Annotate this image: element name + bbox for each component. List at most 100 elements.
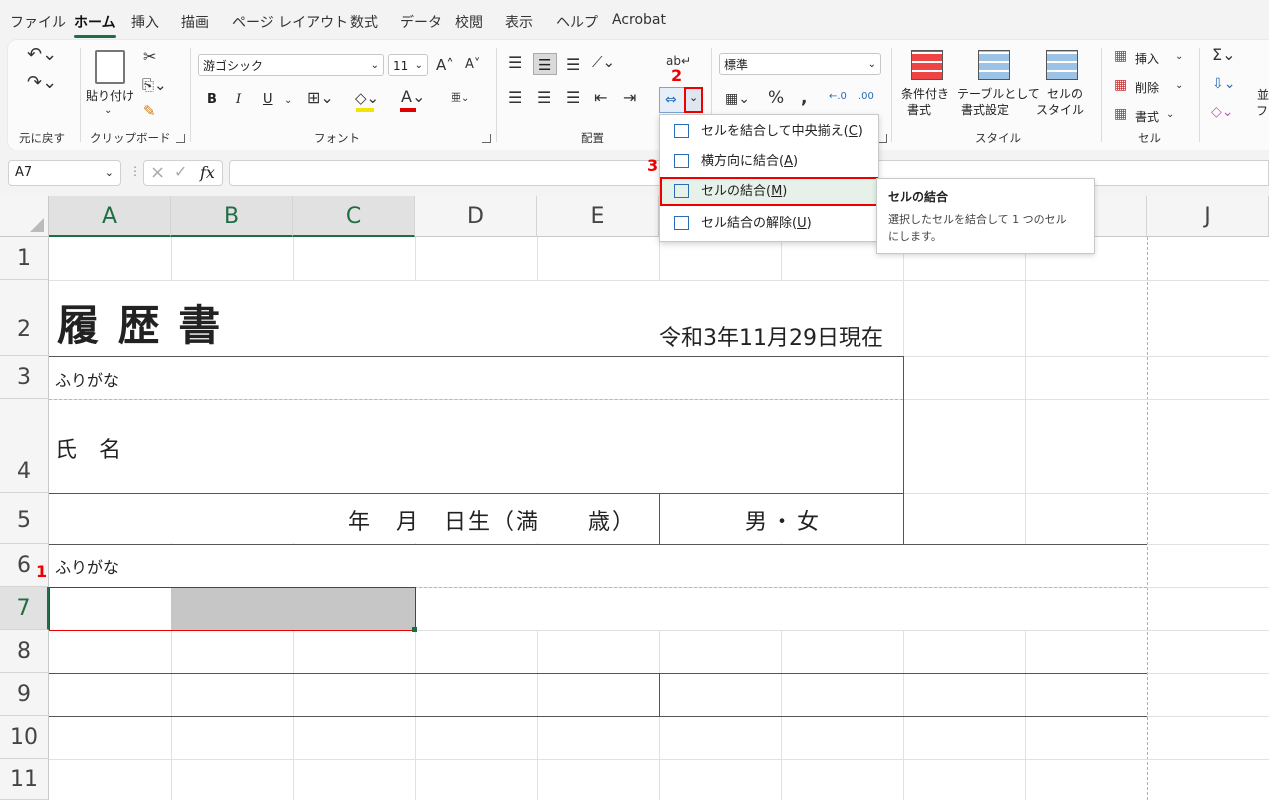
font-color-icon[interactable]: A⌄	[401, 89, 425, 105]
column-header-a[interactable]: A	[49, 196, 171, 237]
chevron-down-icon[interactable]: ⌄	[1175, 79, 1183, 93]
merge-dropdown-button[interactable]: ⌄	[684, 87, 703, 113]
increase-font-icon[interactable]: A˄	[436, 58, 454, 73]
chevron-down-icon[interactable]: ⌄	[104, 104, 112, 118]
underline-button[interactable]: U	[263, 92, 273, 107]
tab-help[interactable]: ヘルプ	[556, 12, 598, 32]
menu-item-merge-across[interactable]: 横方向に結合(A)	[660, 147, 878, 176]
column-header-b[interactable]: B	[171, 196, 293, 237]
cell-styles-label-1[interactable]: セルの	[1047, 85, 1083, 102]
orientation-icon[interactable]: ⟋⌄	[592, 55, 615, 70]
dialog-launcher-icon[interactable]	[482, 134, 491, 143]
accounting-icon[interactable]: ▦⌄	[725, 92, 750, 106]
align-middle-button[interactable]: ☰	[533, 53, 557, 75]
cut-icon[interactable]: ✂	[143, 49, 156, 65]
undo-icon[interactable]: ↶⌄	[27, 46, 57, 64]
sort-filter-partial-label-2[interactable]: フィ	[1256, 102, 1269, 119]
increase-decimal-icon[interactable]: ←.0	[829, 90, 847, 104]
delete-cells-button[interactable]: 削除	[1135, 79, 1159, 96]
row-header-5[interactable]: 5	[0, 493, 49, 544]
align-right-icon[interactable]: ☰	[566, 90, 580, 106]
selected-range-a7-c7[interactable]	[49, 587, 416, 631]
copy-icon[interactable]: ⎘⌄	[142, 78, 167, 93]
format-as-table-label-2[interactable]: 書式設定	[961, 101, 1009, 118]
percent-icon[interactable]: %	[768, 90, 784, 107]
column-header-c[interactable]: C	[293, 196, 415, 237]
chevron-down-icon[interactable]: ⌄	[1175, 50, 1183, 64]
comma-icon[interactable]: ,	[801, 90, 807, 107]
row-header-3[interactable]: 3	[0, 356, 49, 399]
format-as-table-label-1[interactable]: テーブルとして	[957, 85, 1040, 102]
sort-filter-partial-label[interactable]: 並	[1257, 86, 1269, 103]
fill-color-icon[interactable]: ◇⌄	[355, 91, 379, 106]
column-header-e[interactable]: E	[537, 196, 659, 237]
column-header-d[interactable]: D	[415, 196, 537, 237]
name-box[interactable]: A7 ⌄	[8, 160, 121, 186]
tab-review[interactable]: 校閲	[455, 12, 483, 32]
insert-cells-button[interactable]: 挿入	[1135, 50, 1159, 67]
tab-formulas[interactable]: 数式	[350, 12, 378, 32]
tab-acrobat[interactable]: Acrobat	[612, 12, 666, 28]
align-left-icon[interactable]: ☰	[508, 90, 522, 106]
row-header-9[interactable]: 9	[0, 673, 49, 716]
decrease-decimal-icon[interactable]: .00	[858, 90, 874, 104]
tab-file[interactable]: ファイル	[10, 12, 66, 32]
delete-cells-icon[interactable]: ▦	[1114, 78, 1127, 92]
paste-icon[interactable]	[95, 50, 125, 84]
cell-styles-label-2[interactable]: スタイル	[1036, 101, 1084, 118]
format-as-table-icon[interactable]	[978, 50, 1010, 80]
menu-item-unmerge-cells[interactable]: セル結合の解除(U)	[660, 209, 878, 238]
conditional-format-label-2[interactable]: 書式	[907, 101, 931, 118]
align-center-icon[interactable]: ☰	[537, 90, 551, 106]
align-bottom-icon[interactable]: ☰	[566, 57, 580, 73]
format-cells-button[interactable]: 書式	[1135, 108, 1159, 125]
row-header-4[interactable]: 4	[0, 399, 49, 493]
insert-function-button[interactable]: fx	[200, 163, 215, 182]
insert-cells-icon[interactable]: ▦	[1114, 49, 1127, 63]
menu-item-merge-cells[interactable]: セルの結合(M)	[660, 177, 878, 206]
redo-icon[interactable]: ↷⌄	[27, 74, 57, 92]
decrease-font-icon[interactable]: A˅	[465, 58, 480, 72]
borders-icon[interactable]: ⊞⌄	[307, 90, 334, 106]
font-size-select[interactable]: 11 ⌄	[388, 54, 428, 76]
row-header-8[interactable]: 8	[0, 630, 49, 673]
conditional-format-label-1[interactable]: 条件付き	[901, 85, 949, 102]
autosum-icon[interactable]: Σ⌄	[1212, 47, 1236, 63]
row-header-10[interactable]: 10	[0, 716, 49, 759]
bold-button[interactable]: B	[207, 92, 217, 107]
column-header-j[interactable]: J	[1147, 196, 1269, 237]
tab-home[interactable]: ホーム	[74, 12, 116, 38]
conditional-format-icon[interactable]	[911, 50, 943, 80]
fill-icon[interactable]: ⇩⌄	[1212, 77, 1235, 91]
chevron-down-icon[interactable]: ⌄	[1166, 108, 1174, 122]
increase-indent-icon[interactable]: ⇥	[623, 90, 636, 106]
align-top-icon[interactable]: ☰	[508, 55, 522, 71]
format-painter-icon[interactable]: ✎	[143, 104, 156, 119]
dialog-launcher-icon[interactable]	[878, 134, 887, 143]
menu-item-merge-center[interactable]: セルを結合して中央揃え(C)	[660, 117, 878, 146]
tab-draw[interactable]: 描画	[181, 12, 209, 32]
row-header-11[interactable]: 11	[0, 759, 49, 800]
row-header-1[interactable]: 1	[0, 237, 49, 280]
phonetic-icon[interactable]: 亜⌄	[451, 92, 469, 106]
number-format-select[interactable]: 標準 ⌄	[719, 53, 881, 75]
clear-icon[interactable]: ◇⌄	[1211, 105, 1234, 119]
font-name-select[interactable]: 游ゴシック ⌄	[198, 54, 384, 76]
paste-button[interactable]: 貼り付け	[86, 87, 134, 104]
chevron-down-icon[interactable]: ⌄	[284, 94, 292, 108]
fill-handle[interactable]	[412, 627, 417, 632]
dialog-launcher-icon[interactable]	[176, 134, 185, 143]
tab-insert[interactable]: 挿入	[131, 12, 159, 32]
merge-center-button[interactable]: ⇔	[659, 87, 685, 113]
more-options-icon[interactable]: ⋮	[129, 164, 141, 178]
row-header-7[interactable]: 7	[0, 587, 49, 630]
confirm-icon[interactable]: ✓	[174, 162, 187, 181]
decrease-indent-icon[interactable]: ⇤	[594, 90, 607, 106]
row-header-2[interactable]: 2	[0, 280, 49, 356]
cell-styles-icon[interactable]	[1046, 50, 1078, 80]
italic-button[interactable]: I	[236, 92, 241, 107]
tab-data[interactable]: データ	[400, 12, 442, 32]
format-cells-icon[interactable]: ▦	[1114, 107, 1127, 121]
tab-page-layout[interactable]: ページ レイアウト	[232, 12, 348, 32]
cancel-icon[interactable]: ×	[150, 162, 165, 183]
